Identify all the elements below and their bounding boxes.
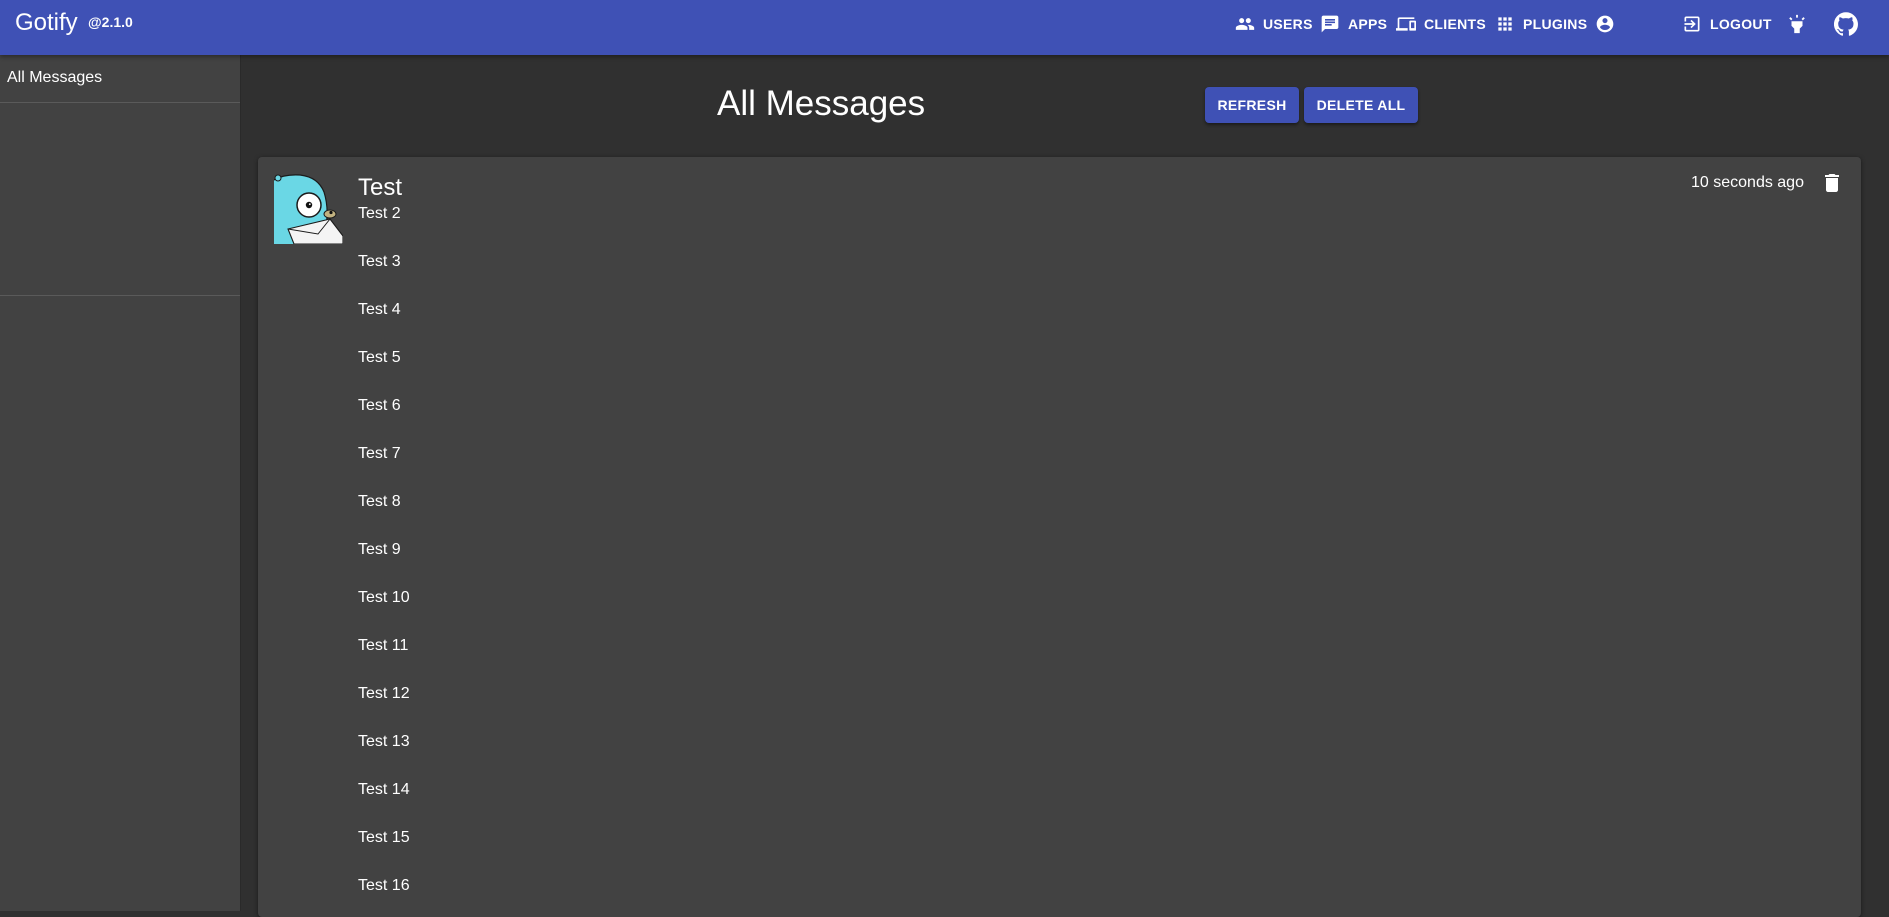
message-line: Test 8 [358, 493, 401, 510]
message-line: Test 4 [358, 301, 401, 318]
nav-clients-button[interactable]: CLIENTS [1396, 12, 1486, 36]
apps-grid-icon [1498, 17, 1512, 31]
nav-users-label: USERS [1263, 16, 1313, 32]
sidebar: All Messages [0, 55, 241, 911]
delete-all-button[interactable]: DELETE ALL [1304, 87, 1418, 123]
nav-plugins-button[interactable]: PLUGINS [1495, 12, 1587, 36]
message-date: 10 seconds ago [1691, 174, 1804, 191]
app-version: @2.1.0 [88, 14, 133, 30]
account-button[interactable] [1592, 11, 1618, 37]
message-line: Test 14 [358, 781, 410, 798]
trash-icon [1825, 174, 1839, 192]
sidebar-divider [0, 295, 240, 296]
message-line: Test 9 [358, 541, 401, 558]
message-line: Test 15 [358, 829, 410, 846]
message-title: Test [358, 174, 403, 201]
nav-users-button[interactable]: USERS [1235, 12, 1313, 36]
sidebar-item-label: All Messages [7, 69, 103, 86]
sidebar-item-all-messages[interactable]: All Messages [0, 55, 240, 103]
message-body: Test 2 Test 3 Test 4 Test 5 Test 6 Test … [358, 204, 410, 917]
app-title[interactable]: Gotify [15, 9, 78, 37]
app-bar: Gotify @2.1.0 USERS APPS CLIENTS PLUGINS… [0, 0, 1889, 55]
highlight-icon [1789, 14, 1805, 34]
github-icon [1834, 12, 1858, 36]
message-line: Test 6 [358, 397, 401, 414]
theme-toggle-button[interactable] [1784, 11, 1810, 37]
nav-apps-label: APPS [1348, 16, 1388, 32]
message-line: Test 5 [358, 349, 401, 366]
people-icon [1235, 18, 1255, 30]
nav-apps-button[interactable]: APPS [1320, 12, 1387, 36]
gopher-avatar [274, 174, 343, 244]
message-line: Test 7 [358, 445, 401, 462]
github-link[interactable] [1833, 11, 1859, 37]
logout-button[interactable]: LOGOUT [1682, 12, 1772, 36]
devices-icon [1396, 17, 1416, 31]
refresh-button[interactable]: REFRESH [1205, 87, 1299, 123]
message-line: Test 13 [358, 733, 410, 750]
chat-icon [1321, 15, 1339, 33]
message-line: Test 3 [358, 253, 401, 270]
nav-clients-label: CLIENTS [1424, 16, 1486, 32]
message-card: Test 10 seconds ago Test 2 Test 3 Test 4… [258, 157, 1861, 917]
logout-label: LOGOUT [1710, 16, 1772, 32]
account-circle-icon [1596, 15, 1614, 33]
message-line: Test 2 [358, 205, 401, 222]
delete-message-button[interactable] [1819, 170, 1845, 196]
message-line: Test 11 [358, 637, 409, 654]
nav-plugins-label: PLUGINS [1523, 16, 1588, 32]
message-line: Test 12 [358, 685, 410, 702]
exit-icon [1684, 16, 1700, 32]
page-title: All Messages [717, 84, 926, 123]
message-line: Test 10 [358, 589, 410, 606]
